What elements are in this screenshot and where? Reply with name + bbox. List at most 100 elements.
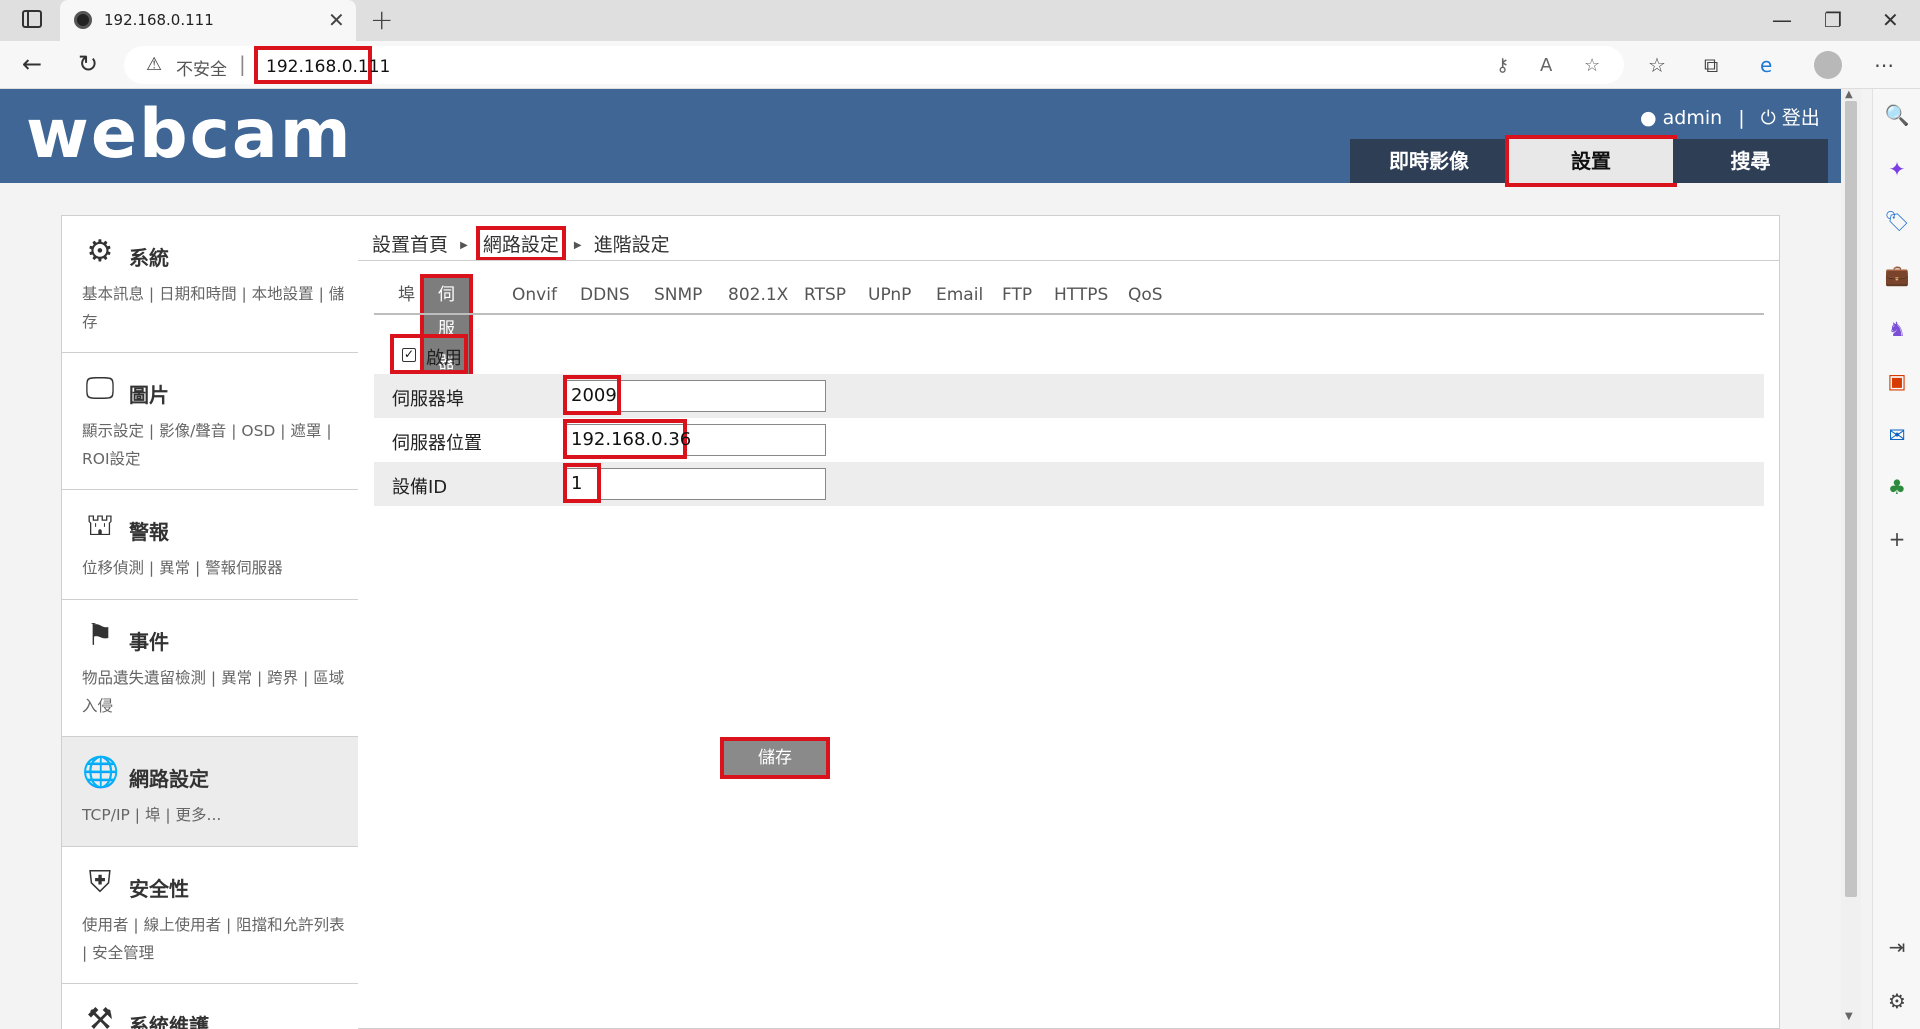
outlook-icon[interactable]: ✉ [1873,423,1920,447]
menu-network[interactable]: 🌐 網路設定 TCP/IP | 埠 | 更多... [62,737,358,847]
subtab-email[interactable]: Email [936,278,983,312]
insecure-label[interactable]: 不安全 [176,55,227,80]
server-address-value[interactable]: 192.168.0.36 [563,419,691,459]
menu-system[interactable]: ⚙ 系統 基本訊息 | 日期和時間 | 本地設置 | 儲存 [62,216,358,353]
menu-title-maintenance[interactable]: 系統維護 [129,1010,209,1029]
scroll-down-icon[interactable]: ▼ [1845,1011,1853,1022]
edge-sidebar: 🔍 ✦ 🏷 💼 ♞ ▣ ✉ ♣ + ⇥ ⚙ [1872,89,1920,1029]
subtab-qos[interactable]: QoS [1128,278,1163,312]
search-icon[interactable]: 🔍 [1873,103,1920,127]
settings-content: 設置首頁 ▶ 網路設定 ▶ 進階設定 埠 伺服器 Onvif DDNS SNMP… [358,215,1780,1029]
menu-alarm[interactable]: ⛫ 警報 位移偵測 | 異常 | 警報伺服器 [62,490,358,600]
address-bar: ← ↻ ⚠ 不安全 | 192.168.0.111 ⚷ A ☆ ☆ ⧉ e ⋯ [0,41,1920,89]
back-arrow-icon[interactable]: ← [22,50,42,78]
warning-icon[interactable]: ⚠ [146,54,162,75]
server-port-row: 伺服器埠 2009 [374,374,1764,418]
user-area: ● admin | ⏻ 登出 [1640,103,1820,130]
scroll-up-icon[interactable]: ▲ [1845,89,1853,100]
device-id-input[interactable]: 1 [563,463,826,503]
breadcrumb-home[interactable]: 設置首頁 [372,230,448,257]
subtab-port[interactable]: 埠 [398,278,415,312]
subtab-onvif[interactable]: Onvif [512,278,557,312]
subtab-ddns[interactable]: DDNS [580,278,630,312]
breadcrumb-network[interactable]: 網路設定 [475,226,566,261]
read-aloud-icon[interactable]: A [1540,55,1552,76]
tools-icon: ⚒ [86,1002,114,1029]
add-sidebar-icon[interactable]: + [1873,527,1920,551]
menu-title-security[interactable]: 安全性 [129,873,189,902]
subtab-ftp[interactable]: FTP [1002,278,1032,312]
server-address-row: 伺服器位置 192.168.0.36 [374,418,1764,462]
key-icon[interactable]: ⚷ [1496,55,1509,76]
games-icon[interactable]: ♞ [1873,317,1920,341]
subtab-upnp[interactable]: UPnP [868,278,911,312]
tab-live-view[interactable]: 即時影像 [1350,139,1508,183]
subtab-https[interactable]: HTTPS [1054,278,1108,312]
ie-mode-icon[interactable]: e [1760,53,1772,77]
menu-links-network[interactable]: TCP/IP | 埠 | 更多... [82,801,352,829]
enable-label[interactable]: 啟用 [426,344,462,370]
url-highlight[interactable]: 192.168.0.111 [254,46,390,84]
profile-avatar[interactable] [1814,51,1842,79]
tab-title: 192.168.0.111 [104,11,214,29]
webcam-logo: webcam [26,95,353,174]
collections-icon[interactable]: ⧉ [1704,53,1718,77]
menu-title-network[interactable]: 網路設定 [129,763,209,792]
username[interactable]: admin [1663,107,1723,129]
tab-search[interactable]: 搜尋 [1673,139,1828,183]
tree-icon[interactable]: ♣ [1873,475,1920,499]
logout-link[interactable]: 登出 [1782,107,1820,129]
sidebar-settings-icon[interactable]: ⚙ [1873,989,1920,1013]
menu-image[interactable]: 🖵 圖片 顯示設定 | 影像/聲音 | OSD | 遮罩 | ROI設定 [62,353,358,490]
tools-briefcase-icon[interactable]: 💼 [1873,263,1920,287]
office-icon[interactable]: ▣ [1873,369,1920,393]
refresh-icon[interactable]: ↻ [78,50,98,78]
menu-links-security[interactable]: 使用者 | 線上使用者 | 阻擋和允許列表 | 安全管理 [82,911,352,967]
gear-icon: ⚙ [86,234,114,269]
favorites-icon[interactable]: ☆ [1648,53,1666,77]
breadcrumb-current: 進階設定 [593,234,670,256]
menu-title-alarm[interactable]: 警報 [129,516,169,545]
device-id-value[interactable]: 1 [563,463,601,503]
scrollbar-thumb[interactable] [1845,101,1857,897]
save-button[interactable]: 儲存 [720,737,830,779]
tab-actions-icon[interactable] [22,10,42,28]
server-address-input[interactable]: 192.168.0.36 [563,419,826,459]
new-tab-button[interactable]: + [370,3,393,36]
url-field[interactable]: ⚠ 不安全 | 192.168.0.111 ⚷ A ☆ [124,46,1624,84]
menu-links-image[interactable]: 顯示設定 | 影像/聲音 | OSD | 遮罩 | ROI設定 [82,417,352,473]
copilot-icon[interactable]: ✦ [1873,157,1920,181]
menu-links-event[interactable]: 物品遺失遺留檢測 | 異常 | 跨界 | 區域入侵 [82,664,352,720]
image-settings-icon: 🖵 [85,371,115,406]
subtab-8021x[interactable]: 802.1X [728,278,788,312]
restore-button[interactable]: ❐ [1824,8,1842,32]
server-port-value[interactable]: 2009 [563,375,621,415]
menu-links-system[interactable]: 基本訊息 | 日期和時間 | 本地設置 | 儲存 [82,280,352,336]
hide-sidebar-icon[interactable]: ⇥ [1873,935,1920,959]
close-tab-icon[interactable]: ✕ [328,8,345,32]
tab-settings[interactable]: 設置 [1505,135,1677,187]
menu-title-image[interactable]: 圖片 [129,379,169,408]
add-favorite-icon[interactable]: ☆ [1584,55,1600,76]
subtab-rtsp[interactable]: RTSP [804,278,846,312]
breadcrumb-arrow-icon: ▶ [460,240,468,251]
more-menu-icon[interactable]: ⋯ [1874,53,1894,77]
menu-links-alarm[interactable]: 位移偵測 | 異常 | 警報伺服器 [82,554,352,582]
enable-option[interactable]: ✓ 啟用 [390,334,468,374]
minimize-button[interactable]: — [1772,8,1792,32]
breadcrumb: 設置首頁 ▶ 網路設定 ▶ 進階設定 [372,226,670,261]
enable-checkbox[interactable]: ✓ [402,348,416,362]
user-icon: ● [1640,107,1657,129]
server-port-input[interactable]: 2009 [563,375,826,415]
url-text[interactable]: 192.168.0.111 [266,57,390,77]
browser-tab[interactable]: 192.168.0.111 ✕ [60,0,356,41]
shopping-tag-icon[interactable]: 🏷 [1873,209,1920,233]
menu-security[interactable]: ⛨ 安全性 使用者 | 線上使用者 | 阻擋和允許列表 | 安全管理 [62,847,358,984]
menu-title-event[interactable]: 事件 [129,626,169,655]
page-scrollbar[interactable]: ▲ ▼ [1841,89,1861,1029]
close-window-button[interactable]: ✕ [1882,8,1899,32]
menu-event[interactable]: ⚑ 事件 物品遺失遺留檢測 | 異常 | 跨界 | 區域入侵 [62,600,358,737]
menu-maintenance[interactable]: ⚒ 系統維護 [62,984,358,1029]
menu-title-system[interactable]: 系統 [129,242,169,271]
subtab-snmp[interactable]: SNMP [654,278,702,312]
